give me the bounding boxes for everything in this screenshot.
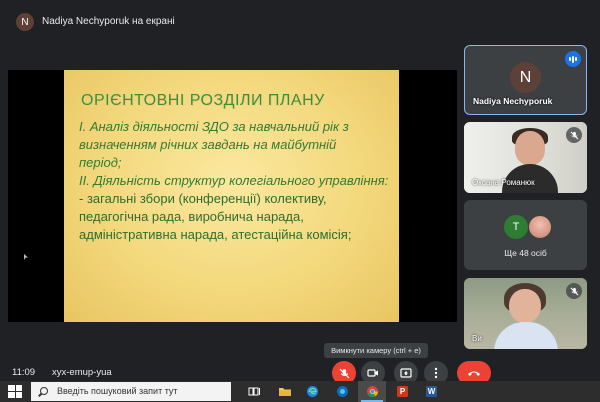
folder-icon — [278, 388, 291, 396]
participant-video-face — [515, 131, 545, 165]
presenter-label: Nadiya Nechyporuk на екрані — [42, 16, 175, 27]
participant-avatar-photo — [528, 215, 552, 239]
file-explorer-button[interactable] — [277, 384, 292, 399]
presenter-avatar: N — [16, 13, 34, 31]
meeting-code: xyx-emup-yua — [52, 367, 112, 378]
chrome-browser-button[interactable] — [365, 384, 380, 399]
slide-line: ІІ. Діяльність структур колегіального уп… — [79, 173, 389, 188]
camera-icon — [367, 369, 378, 377]
presentation-slide: ОРІЄНТОВНІ РОЗДІЛИ ПЛАНУ І. Аналіз діяль… — [64, 70, 399, 322]
slide-line: період; — [79, 155, 122, 170]
camera-tooltip: Вимкнути камеру (ctrl + e) — [324, 343, 428, 358]
mic-off-icon — [566, 127, 582, 143]
taskbar-search-box[interactable]: Введіть пошуковий запит тут — [31, 382, 231, 401]
slide-line: адміністративна нарада, атестаційна комі… — [79, 227, 352, 242]
participant-avatar: N — [510, 62, 541, 93]
edge-browser-button[interactable] — [305, 384, 320, 399]
search-icon — [40, 387, 48, 395]
mic-off-icon — [566, 283, 582, 299]
hang-up-icon — [468, 371, 480, 376]
word-button[interactable]: W — [424, 384, 439, 399]
task-view-button[interactable] — [247, 384, 262, 399]
participant-avatar: T — [504, 215, 528, 239]
participant-name: Nadiya Nechyporuk — [473, 96, 553, 106]
slide-line: І. Аналіз діяльності ЗДО за навчальний р… — [79, 119, 349, 134]
participant-name: Ви — [472, 334, 482, 343]
participant-video-face — [509, 289, 541, 323]
slide-line: - загальні збори (конференції) колективу… — [79, 191, 327, 206]
shared-screen: ОРІЄНТОВНІ РОЗДІЛИ ПЛАНУ І. Аналіз діяль… — [8, 70, 457, 322]
task-view-icon — [248, 387, 260, 396]
participant-tile-oksana[interactable]: Оксана Романюк — [464, 122, 587, 193]
mouse-cursor-icon — [24, 254, 28, 260]
participant-tile-self[interactable]: Ви — [464, 278, 587, 349]
more-vertical-icon — [434, 367, 438, 379]
browser-button[interactable] — [335, 384, 350, 399]
slide-title: ОРІЄНТОВНІ РОЗДІЛИ ПЛАНУ — [81, 92, 325, 109]
powerpoint-letter: P — [399, 387, 406, 396]
windows-taskbar: Введіть пошуковий запит тут P W — [0, 381, 600, 402]
participant-name: Оксана Романюк — [472, 178, 535, 187]
mic-off-icon — [339, 368, 349, 378]
powerpoint-button[interactable]: P — [395, 384, 410, 399]
top-bar: N Nadiya Nechyporuk на екрані — [0, 0, 600, 40]
taskbar-search-placeholder: Введіть пошуковий запит тут — [57, 386, 178, 396]
slide-line: визначенням річних завдань на майбутній — [79, 137, 337, 152]
participant-tile-presenter[interactable]: N Nadiya Nechyporuk — [464, 45, 587, 115]
meeting-time: 11:09 — [12, 367, 36, 378]
more-participants-label: Ще 48 осіб — [504, 248, 547, 258]
word-letter: W — [427, 387, 436, 396]
windows-start-button[interactable] — [8, 385, 22, 398]
slide-line: педагогічна рада, виробнича нарада, — [79, 209, 304, 224]
chrome-icon — [367, 386, 379, 398]
speaking-indicator-icon — [565, 51, 581, 67]
participant-tile-more[interactable]: T Ще 48 осіб — [464, 200, 587, 270]
edge-icon — [307, 386, 318, 397]
browser-icon — [337, 386, 348, 397]
present-icon — [400, 368, 412, 378]
